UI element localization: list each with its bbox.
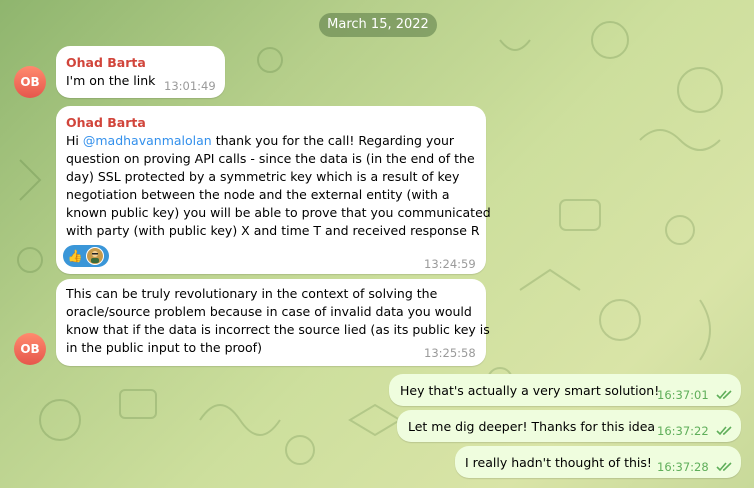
message-line: oracle/source problem because in case of…: [66, 304, 472, 319]
incoming-message[interactable]: Ohad Barta Hi @madhavanmalolan thank you…: [56, 106, 491, 274]
message-timestamp: 16:37:28: [657, 460, 709, 474]
outgoing-message[interactable]: Hey that's actually a very smart solutio…: [389, 374, 741, 406]
double-check-icon: [716, 426, 732, 436]
sender-avatar[interactable]: OB: [14, 66, 46, 98]
thumbs-up-icon: 👍: [67, 249, 83, 263]
user-mention-link[interactable]: @madhavanmalolan: [83, 133, 212, 148]
message-text: Hi @madhavanmalolan thank you for the ca…: [66, 132, 491, 240]
message-line: day) SSL protected by a symmetric key wh…: [66, 169, 460, 184]
message-line: with party (with public key) X and time …: [66, 223, 480, 238]
date-separator: March 15, 2022: [319, 13, 437, 37]
outgoing-message[interactable]: I really hadn't thought of this! 16:37:2…: [455, 446, 741, 478]
double-check-icon: [716, 462, 732, 472]
message-text-prefix: Hi: [66, 133, 83, 148]
message-timestamp: 16:37:01: [657, 388, 709, 402]
user-avatar-icon: [86, 247, 104, 265]
sender-name[interactable]: Ohad Barta: [66, 115, 146, 130]
incoming-message[interactable]: Ohad Barta I'm on the link 13:01:49: [56, 46, 225, 98]
message-line: question on proving API calls - since th…: [66, 151, 475, 166]
message-timestamp: 13:24:59: [424, 257, 476, 271]
outgoing-message[interactable]: Let me dig deeper! Thanks for this idea …: [397, 410, 741, 442]
message-timestamp: 16:37:22: [657, 424, 709, 438]
incoming-message[interactable]: This can be truly revolutionary in the c…: [56, 279, 490, 366]
message-line: This can be truly revolutionary in the c…: [66, 286, 438, 301]
message-text-segment: thank you for the call! Regarding your: [211, 133, 455, 148]
message-line: Hi @madhavanmalolan thank you for the ca…: [66, 132, 491, 150]
message-text: Hey that's actually a very smart solutio…: [400, 383, 660, 398]
reaction-pill[interactable]: 👍: [63, 245, 109, 267]
message-text: I really hadn't thought of this!: [465, 455, 652, 470]
message-line: negotiation between the node and the ext…: [66, 187, 450, 202]
message-text: Let me dig deeper! Thanks for this idea: [408, 419, 656, 434]
message-timestamp: 13:25:58: [424, 346, 476, 360]
message-line: know that if the data is incorrect the s…: [66, 322, 490, 337]
message-text: I'm on the link: [66, 73, 156, 88]
message-timestamp: 13:01:49: [164, 79, 216, 93]
double-check-icon: [716, 390, 732, 400]
sender-avatar[interactable]: OB: [14, 333, 46, 365]
message-line: known public key) you will be able to pr…: [66, 205, 491, 220]
sender-name[interactable]: Ohad Barta: [66, 55, 146, 70]
